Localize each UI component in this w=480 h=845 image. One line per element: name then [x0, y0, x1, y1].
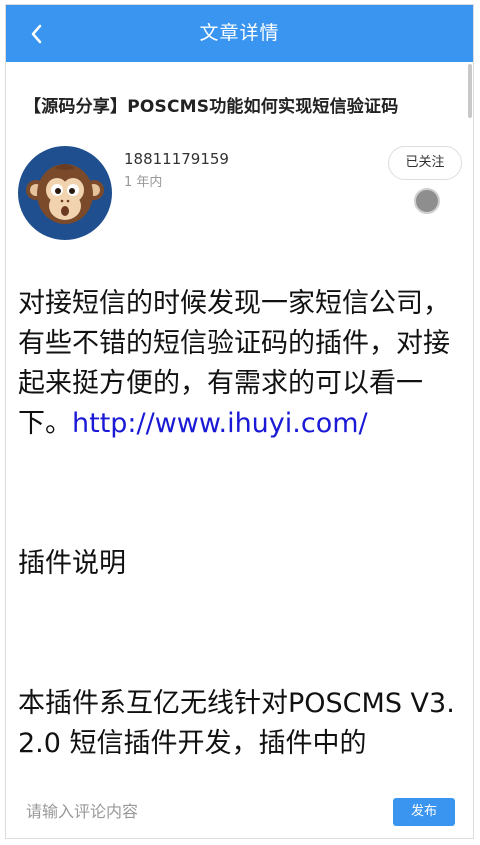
post-time: 1 年内	[124, 175, 163, 190]
comment-bar: 发布	[6, 788, 473, 838]
article-body: 对接短信的时候发现一家短信公司，有些不错的短信验证码的插件，对接起来挺方便的，有…	[18, 284, 464, 764]
app-header: 文章详情	[6, 5, 473, 62]
monkey-avatar-icon	[18, 146, 112, 240]
article-scroll-area[interactable]: 【源码分享】POSCMS功能如何实现短信验证码 18811179159 1 年内…	[6, 62, 473, 788]
article-subheading: 插件说明	[18, 548, 126, 579]
follow-button[interactable]: 已关注	[388, 146, 462, 180]
article-paragraph: 对接短信的时候发现一家短信公司，有些不错的短信验证码的插件，对接起来挺方便的，有…	[18, 284, 464, 444]
article-link[interactable]: http://www.ihuyi.com/	[72, 408, 368, 439]
author-avatar[interactable]	[18, 146, 112, 240]
status-dot-icon	[414, 188, 440, 214]
comment-input[interactable]	[20, 796, 392, 826]
publish-button[interactable]: 发布	[393, 798, 455, 826]
article-paragraph: 本插件系互亿无线针对POSCMS V3.2.0 短信插件开发，插件中的	[18, 688, 455, 759]
author-name[interactable]: 18811179159	[124, 150, 229, 168]
article-title: 【源码分享】POSCMS功能如何实现短信验证码	[24, 97, 399, 117]
scrollbar-thumb[interactable]	[468, 64, 472, 118]
page-title: 文章详情	[199, 22, 280, 44]
app-frame: 文章详情 【源码分享】POSCMS功能如何实现短信验证码 18811179159…	[5, 4, 474, 839]
